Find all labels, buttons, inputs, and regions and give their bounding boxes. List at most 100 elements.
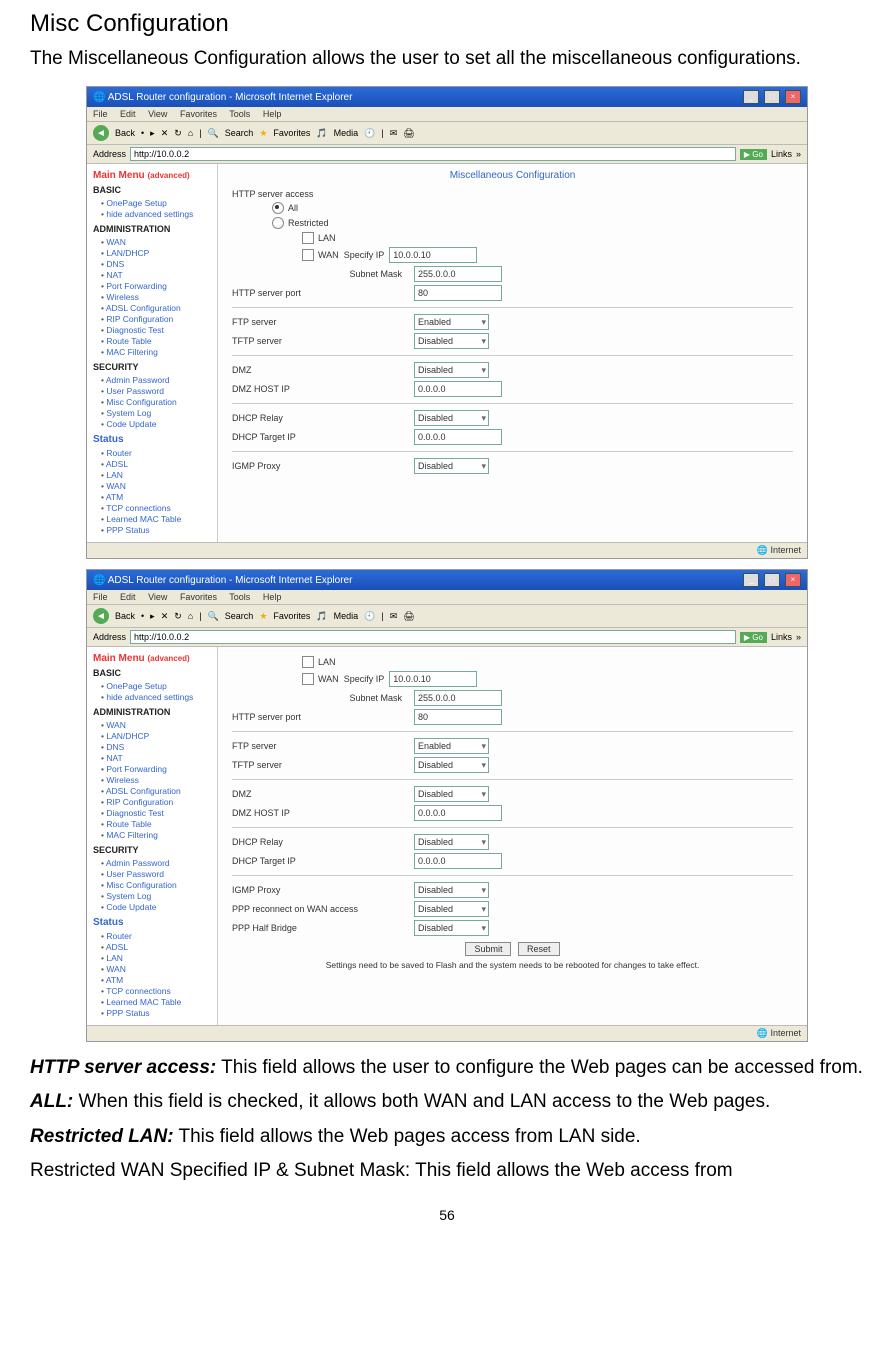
- submit-button[interactable]: Submit: [465, 942, 511, 956]
- sidebar-item[interactable]: WAN: [101, 964, 217, 974]
- back-label[interactable]: Back: [115, 128, 135, 138]
- sidebar-item[interactable]: LAN: [101, 470, 217, 480]
- search-label[interactable]: Search: [225, 611, 254, 621]
- sidebar-item[interactable]: hide advanced settings: [101, 209, 217, 219]
- sidebar-item[interactable]: Admin Password: [101, 858, 217, 868]
- sidebar-item[interactable]: Code Update: [101, 902, 217, 912]
- history-icon[interactable]: 🕘: [364, 128, 375, 139]
- favorites-label[interactable]: Favorites: [273, 611, 310, 621]
- sidebar-item[interactable]: ADSL: [101, 459, 217, 469]
- sidebar-item[interactable]: LAN/DHCP: [101, 248, 217, 258]
- radio-all[interactable]: [272, 202, 284, 214]
- checkbox-lan[interactable]: [302, 232, 314, 244]
- input-subnet[interactable]: 255.0.0.0: [414, 266, 502, 282]
- home-icon[interactable]: ⌂: [188, 611, 193, 621]
- sidebar-item[interactable]: Admin Password: [101, 375, 217, 385]
- sidebar-item[interactable]: Router: [101, 448, 217, 458]
- menu-view[interactable]: View: [148, 109, 167, 119]
- media-label[interactable]: Media: [334, 128, 359, 138]
- sidebar-item[interactable]: ATM: [101, 975, 217, 985]
- back-icon[interactable]: ◄: [93, 125, 109, 141]
- select-dmz[interactable]: Disabled: [414, 362, 489, 378]
- sidebar-item[interactable]: ADSL Configuration: [101, 303, 217, 313]
- mail-icon[interactable]: ✉: [390, 611, 398, 622]
- search-icon[interactable]: 🔍: [208, 611, 219, 622]
- menu-edit[interactable]: Edit: [120, 592, 136, 602]
- forward-icon[interactable]: ▸: [150, 128, 155, 139]
- sidebar-item[interactable]: MAC Filtering: [101, 347, 217, 357]
- go-button[interactable]: ▶ Go: [740, 632, 767, 643]
- sidebar-item[interactable]: Wireless: [101, 775, 217, 785]
- select-igmp[interactable]: Disabled: [414, 882, 489, 898]
- radio-restricted[interactable]: [272, 217, 284, 229]
- input-http-port[interactable]: 80: [414, 285, 502, 301]
- sidebar-item[interactable]: RIP Configuration: [101, 797, 217, 807]
- minimize-icon[interactable]: _: [743, 573, 759, 587]
- input-http-port[interactable]: 80: [414, 709, 502, 725]
- select-dhcp-relay[interactable]: Disabled: [414, 834, 489, 850]
- links-label[interactable]: Links: [771, 632, 792, 642]
- sidebar-item[interactable]: Learned MAC Table: [101, 997, 217, 1007]
- media-label[interactable]: Media: [334, 611, 359, 621]
- links-label[interactable]: Links: [771, 149, 792, 159]
- sidebar-item[interactable]: RIP Configuration: [101, 314, 217, 324]
- sidebar-item[interactable]: Route Table: [101, 336, 217, 346]
- close-icon[interactable]: ×: [785, 90, 801, 104]
- sidebar-item[interactable]: Port Forwarding: [101, 281, 217, 291]
- select-tftp[interactable]: Disabled: [414, 333, 489, 349]
- sidebar-item[interactable]: Diagnostic Test: [101, 325, 217, 335]
- input-dhcp-target[interactable]: 0.0.0.0: [414, 429, 502, 445]
- select-ftp[interactable]: Enabled: [414, 314, 489, 330]
- favorites-label[interactable]: Favorites: [273, 128, 310, 138]
- media-icon[interactable]: 🎵: [316, 611, 327, 622]
- search-icon[interactable]: 🔍: [208, 128, 219, 139]
- select-igmp[interactable]: Disabled: [414, 458, 489, 474]
- sidebar-item[interactable]: TCP connections: [101, 986, 217, 996]
- select-dmz[interactable]: Disabled: [414, 786, 489, 802]
- sidebar-item[interactable]: Router: [101, 931, 217, 941]
- sidebar-item[interactable]: NAT: [101, 270, 217, 280]
- sidebar-item[interactable]: MAC Filtering: [101, 830, 217, 840]
- sidebar-item[interactable]: Misc Configuration: [101, 397, 217, 407]
- sidebar-item[interactable]: User Password: [101, 386, 217, 396]
- sidebar-item[interactable]: NAT: [101, 753, 217, 763]
- reset-button[interactable]: Reset: [518, 942, 560, 956]
- sidebar-item[interactable]: LAN/DHCP: [101, 731, 217, 741]
- mail-icon[interactable]: ✉: [390, 128, 398, 139]
- input-dmz-host[interactable]: 0.0.0.0: [414, 381, 502, 397]
- menu-view[interactable]: View: [148, 592, 167, 602]
- select-ppp-reconnect[interactable]: Disabled: [414, 901, 489, 917]
- sidebar-item[interactable]: OnePage Setup: [101, 681, 217, 691]
- menu-file[interactable]: File: [93, 592, 108, 602]
- input-subnet[interactable]: 255.0.0.0: [414, 690, 502, 706]
- sidebar-item[interactable]: User Password: [101, 869, 217, 879]
- sidebar-item[interactable]: System Log: [101, 891, 217, 901]
- checkbox-wan[interactable]: [302, 249, 314, 261]
- back-icon[interactable]: ◄: [93, 608, 109, 624]
- sidebar-item[interactable]: WAN: [101, 481, 217, 491]
- sidebar-item[interactable]: Port Forwarding: [101, 764, 217, 774]
- sidebar-item[interactable]: Misc Configuration: [101, 880, 217, 890]
- select-tftp[interactable]: Disabled: [414, 757, 489, 773]
- sidebar-item[interactable]: PPP Status: [101, 1008, 217, 1018]
- select-half-bridge[interactable]: Disabled: [414, 920, 489, 936]
- menu-help[interactable]: Help: [263, 592, 282, 602]
- menu-favorites[interactable]: Favorites: [180, 592, 217, 602]
- sidebar-item[interactable]: PPP Status: [101, 525, 217, 535]
- print-icon[interactable]: 🖨: [403, 128, 414, 139]
- refresh-icon[interactable]: ↻: [174, 611, 182, 622]
- menu-help[interactable]: Help: [263, 109, 282, 119]
- menu-file[interactable]: File: [93, 109, 108, 119]
- favorites-icon[interactable]: ★: [259, 611, 267, 622]
- media-icon[interactable]: 🎵: [316, 128, 327, 139]
- sidebar-item[interactable]: WAN: [101, 720, 217, 730]
- checkbox-lan[interactable]: [302, 656, 314, 668]
- input-dhcp-target[interactable]: 0.0.0.0: [414, 853, 502, 869]
- sidebar-item[interactable]: WAN: [101, 237, 217, 247]
- input-specify-ip[interactable]: 10.0.0.10: [389, 247, 477, 263]
- sidebar-item[interactable]: DNS: [101, 742, 217, 752]
- refresh-icon[interactable]: ↻: [174, 128, 182, 139]
- sidebar-item[interactable]: System Log: [101, 408, 217, 418]
- stop-icon[interactable]: ✕: [161, 611, 169, 622]
- menu-favorites[interactable]: Favorites: [180, 109, 217, 119]
